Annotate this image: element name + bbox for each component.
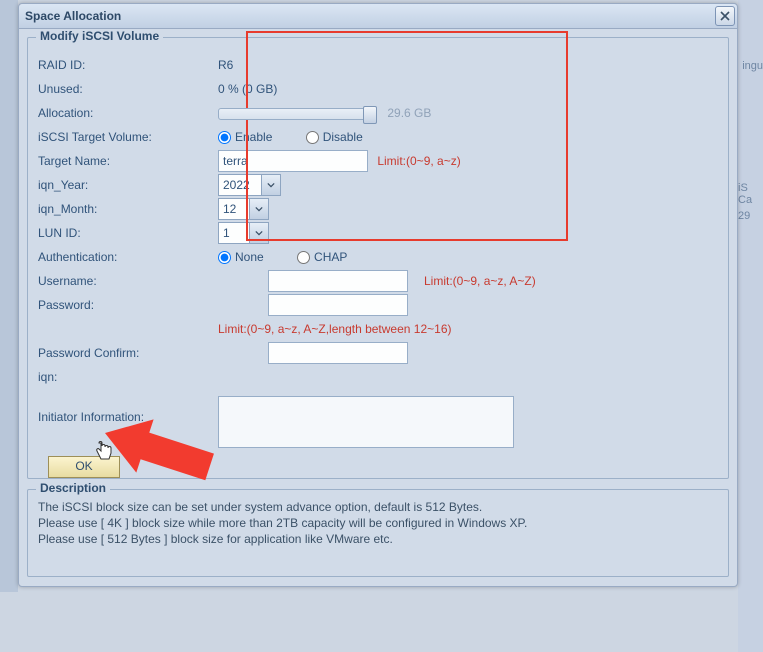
target-name-limit: Limit:(0~9, a~z): [377, 154, 460, 168]
unused-label: Unused:: [38, 82, 218, 96]
chevron-down-icon[interactable]: [249, 199, 268, 219]
target-name-label: Target Name:: [38, 154, 218, 168]
allocation-value: 29.6 GB: [387, 106, 431, 120]
raid-id-label: RAID ID:: [38, 58, 218, 72]
titlebar: Space Allocation: [19, 4, 737, 29]
iqn-month-value[interactable]: [219, 199, 249, 219]
iqn-label: iqn:: [38, 370, 218, 384]
password-confirm-label: Password Confirm:: [38, 346, 218, 360]
lun-id-label: LUN ID:: [38, 226, 218, 240]
enable-label: Enable: [235, 130, 272, 144]
lun-id-select[interactable]: [218, 222, 269, 244]
dialog-window: Space Allocation Modify iSCSI Volume RAI…: [18, 3, 738, 587]
username-label: Username:: [38, 274, 218, 288]
enable-radio[interactable]: [218, 131, 231, 144]
close-button[interactable]: [715, 6, 735, 26]
iqn-year-label: iqn_Year:: [38, 178, 218, 192]
description-line: The iSCSI block size can be set under sy…: [38, 500, 718, 514]
authentication-label: Authentication:: [38, 250, 218, 264]
description-line: Please use [ 4K ] block size while more …: [38, 516, 718, 530]
disable-label: Disable: [323, 130, 363, 144]
fieldset-legend-description: Description: [36, 481, 110, 495]
window-title: Space Allocation: [25, 9, 121, 23]
close-icon: [720, 11, 730, 21]
target-name-input[interactable]: [218, 150, 368, 172]
chevron-down-icon[interactable]: [261, 175, 280, 195]
auth-chap-radio[interactable]: [297, 251, 310, 264]
lun-id-value[interactable]: [219, 223, 249, 243]
iqn-month-select[interactable]: [218, 198, 269, 220]
bg-text: 29: [738, 210, 763, 222]
bg-text: ingu: [738, 60, 763, 72]
unused-value: 0 % (0 GB): [218, 82, 277, 96]
ok-button[interactable]: OK: [48, 456, 120, 478]
auth-none-radio[interactable]: [218, 251, 231, 264]
initiator-info-textarea[interactable]: [218, 396, 514, 448]
auth-none-label: None: [235, 250, 264, 264]
iqn-year-select[interactable]: [218, 174, 281, 196]
username-limit: Limit:(0~9, a~z, A~Z): [424, 274, 536, 288]
password-limit: Limit:(0~9, a~z, A~Z,length between 12~1…: [218, 322, 451, 336]
username-input[interactable]: [268, 270, 408, 292]
bg-text: iS: [738, 182, 763, 194]
raid-id-value: R6: [218, 58, 233, 72]
initiator-info-label: Initiator Information:: [38, 396, 218, 424]
password-input[interactable]: [268, 294, 408, 316]
iqn-year-value[interactable]: [219, 175, 261, 195]
description-line: Please use [ 512 Bytes ] block size for …: [38, 532, 718, 546]
allocation-label: Allocation:: [38, 106, 218, 120]
fieldset-legend-modify: Modify iSCSI Volume: [36, 29, 163, 43]
slider-thumb[interactable]: [363, 106, 377, 124]
target-volume-label: iSCSI Target Volume:: [38, 130, 218, 144]
password-confirm-input[interactable]: [268, 342, 408, 364]
allocation-slider[interactable]: [218, 108, 372, 120]
bg-text: Ca: [738, 194, 763, 206]
disable-radio[interactable]: [306, 131, 319, 144]
iqn-month-label: iqn_Month:: [38, 202, 218, 216]
auth-chap-label: CHAP: [314, 250, 347, 264]
chevron-down-icon[interactable]: [249, 223, 268, 243]
password-label: Password:: [38, 298, 218, 312]
